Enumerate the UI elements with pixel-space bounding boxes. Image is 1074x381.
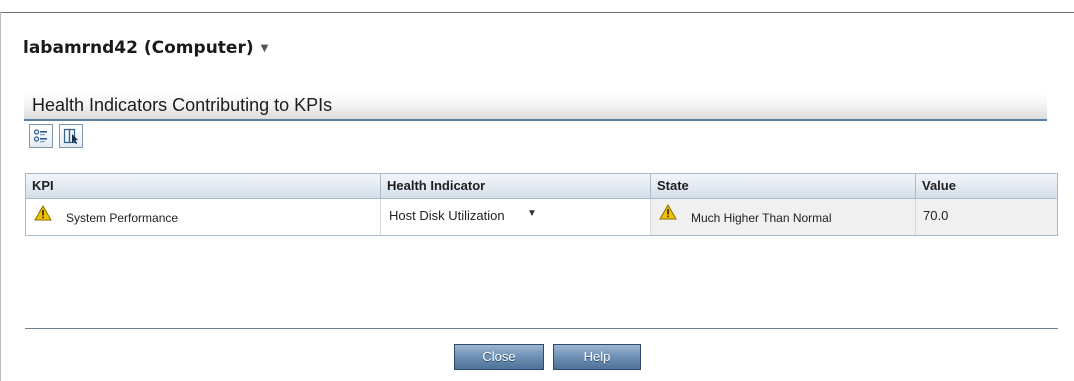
section-title: Health Indicators Contributing to KPIs [32,95,333,115]
select-columns-button[interactable] [59,124,83,148]
warning-icon [659,204,677,220]
cell-kpi: System Performance [26,199,381,235]
left-border [0,12,1,381]
toolbar [29,124,83,148]
kpi-name: System Performance [66,211,179,225]
state-text: Much Higher Than Normal [691,211,832,225]
column-header-value[interactable]: Value [916,174,1057,198]
value-text: 70.0 [923,208,949,223]
section-header: Health Indicators Contributing to KPIs [24,93,1047,121]
column-header-kpi[interactable]: KPI [26,174,381,198]
cell-value: 70.0 [916,199,1057,235]
cell-state: Much Higher Than Normal [651,199,916,235]
list-view-button[interactable] [29,124,53,148]
select-columns-icon [63,128,78,144]
warning-icon [34,205,52,221]
table-header: KPI Health Indicator State Value [26,174,1057,199]
close-button[interactable]: Close [454,344,544,370]
footer-divider [25,328,1058,329]
column-header-state[interactable]: State [651,174,916,198]
page-title: labamrnd42 (Computer) [23,38,254,58]
table-row[interactable]: System Performance Host Disk Utilization… [26,199,1057,235]
caret-down-icon[interactable]: ▼ [261,43,269,54]
column-header-health-indicator[interactable]: Health Indicator [381,174,651,198]
cell-health-indicator: Host Disk Utilization ▼ [381,199,651,235]
title-row: labamrnd42 (Computer) ▼ [23,38,268,58]
help-button[interactable]: Help [553,344,641,370]
chevron-down-icon[interactable]: ▼ [527,208,537,219]
list-view-icon [33,129,47,143]
top-border [0,12,1074,13]
kpi-table: KPI Health Indicator State Value System … [25,173,1058,236]
health-indicator-link[interactable]: Host Disk Utilization [389,208,505,223]
